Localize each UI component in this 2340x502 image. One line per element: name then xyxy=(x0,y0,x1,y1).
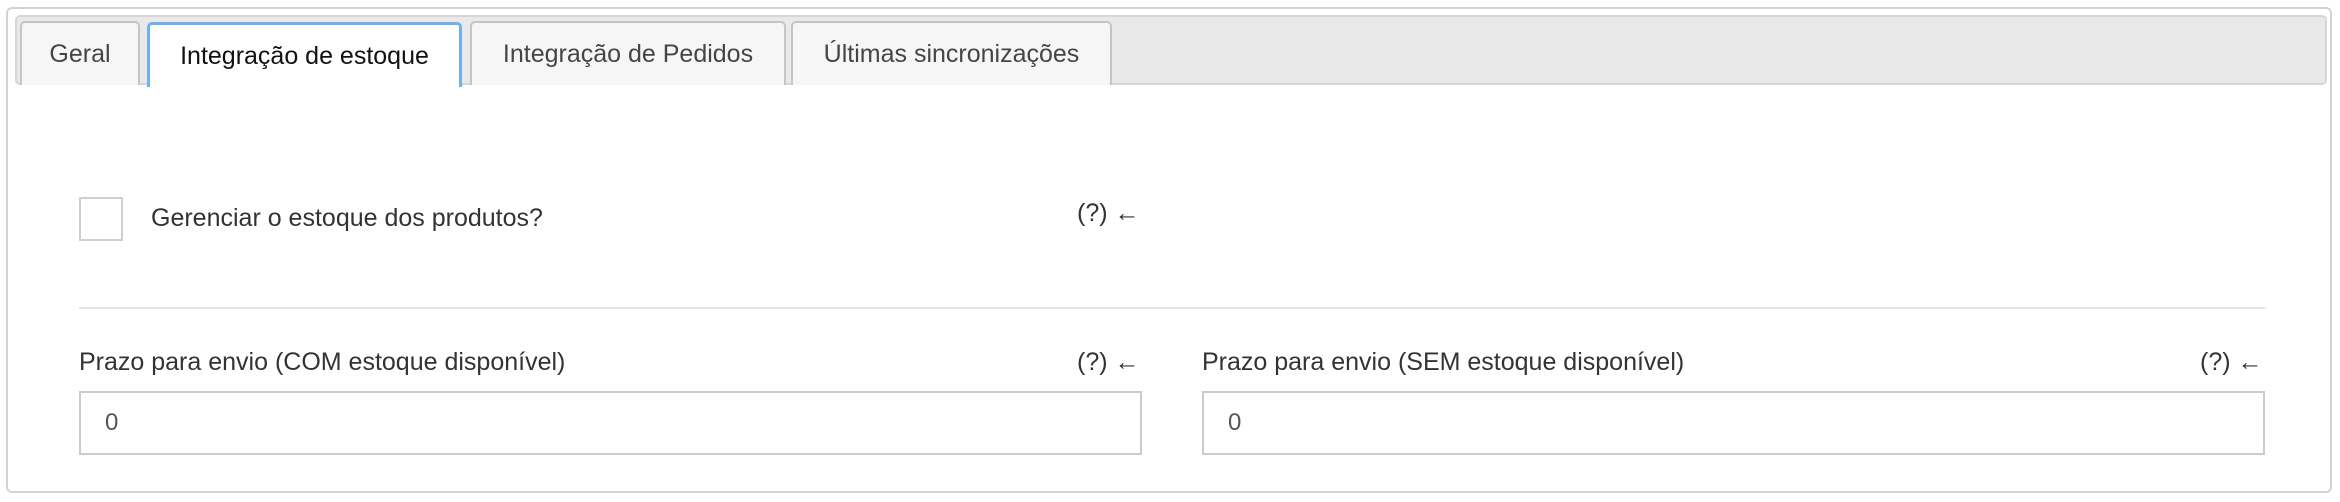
shipping-with-stock-input[interactable] xyxy=(79,391,1142,455)
tab-integracao-pedidos-label: Integração de Pedidos xyxy=(502,39,754,68)
manage-stock-label: Gerenciar o estoque dos produtos? xyxy=(151,204,543,232)
manage-stock-help-icon[interactable]: (?) ← xyxy=(1077,199,1140,228)
manage-stock-checkbox[interactable] xyxy=(79,197,123,241)
shipping-without-stock-input[interactable] xyxy=(1202,391,2265,455)
tab-integracao-estoque-label: Integração de estoque xyxy=(180,41,429,70)
section-divider xyxy=(79,307,2266,309)
shipping-with-stock-label: Prazo para envio (COM estoque disponível… xyxy=(79,348,566,376)
tab-ultimas-sincronizacoes[interactable]: Últimas sincronizações xyxy=(791,21,1112,85)
tab-integracao-pedidos[interactable]: Integração de Pedidos xyxy=(470,21,786,85)
tab-geral-label: Geral xyxy=(49,39,111,68)
shipping-without-stock-label: Prazo para envio (SEM estoque disponível… xyxy=(1202,348,1685,376)
tab-integracao-estoque[interactable]: Integração de estoque xyxy=(147,22,462,87)
shipping-with-stock-help-icon[interactable]: (?) ← xyxy=(1077,348,1140,377)
shipping-without-stock-help-icon[interactable]: (?) ← xyxy=(2200,348,2263,377)
tab-geral[interactable]: Geral xyxy=(20,21,140,85)
tab-ultimas-sincronizacoes-label: Últimas sincronizações xyxy=(823,39,1080,68)
